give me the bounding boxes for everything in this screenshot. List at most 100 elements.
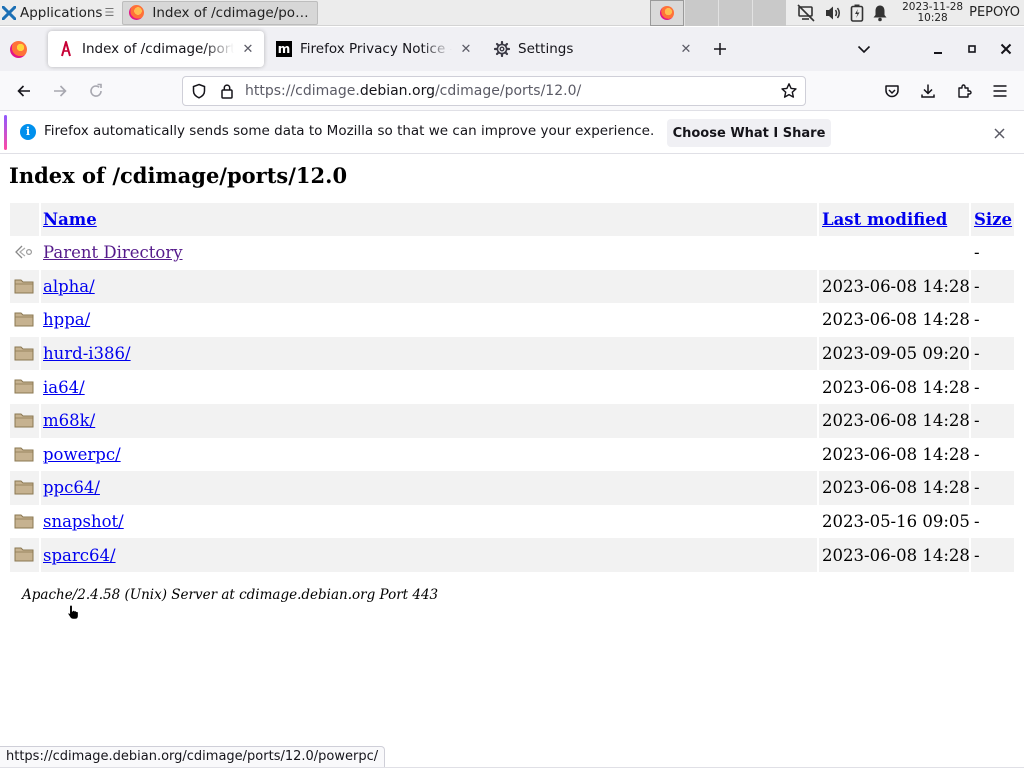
- back-button[interactable]: [8, 75, 40, 107]
- folder-icon: [14, 447, 34, 462]
- navigation-toolbar: https://cdimage.debian.org/cdimage/ports…: [0, 71, 1024, 111]
- size-cell: -: [974, 276, 980, 296]
- size-cell: -: [974, 478, 980, 498]
- new-tab-button[interactable]: [704, 33, 736, 65]
- applications-menu-button[interactable]: Applications ☰: [0, 0, 118, 26]
- choose-what-i-share-button[interactable]: Choose What I Share: [667, 119, 831, 147]
- page-content: Index of /cdimage/ports/12.0 Name Last m…: [0, 155, 1024, 745]
- forward-arrow-icon: [54, 85, 67, 97]
- reload-button[interactable]: [80, 75, 112, 107]
- last-modified-cell: 2023-06-08 14:28: [822, 411, 970, 431]
- tab-settings[interactable]: Settings ✕: [484, 31, 702, 67]
- table-row: hppa/ 2023-06-08 14:28 -: [10, 303, 1014, 337]
- folder-link-sparc64[interactable]: sparc64/: [43, 546, 116, 565]
- clock[interactable]: 2023-11-28 10:28: [896, 0, 969, 24]
- battery-icon[interactable]: [850, 4, 864, 22]
- volume-icon[interactable]: [824, 5, 842, 21]
- folder-link-m68k[interactable]: m68k/: [43, 411, 95, 430]
- clock-date: 2023-11-28: [902, 0, 964, 13]
- folder-icon: [14, 379, 34, 394]
- sort-by-size-link[interactable]: Size: [974, 210, 1012, 229]
- size-cell: -: [974, 444, 980, 464]
- back-folder-icon: [15, 245, 33, 259]
- network-disconnected-icon[interactable]: [796, 3, 816, 22]
- folder-link-powerpc[interactable]: powerpc/: [43, 445, 121, 464]
- folder-link-hppa[interactable]: hppa/: [43, 310, 90, 329]
- tracking-protection-shield-icon[interactable]: [185, 77, 213, 105]
- system-tray: [786, 3, 896, 22]
- size-cell: -: [974, 377, 980, 397]
- folder-icon: [14, 480, 34, 495]
- table-row: alpha/ 2023-06-08 14:28 -: [10, 269, 1014, 304]
- hamburger-menu-icon: [993, 85, 1007, 97]
- maximize-icon: [968, 45, 976, 53]
- close-icon[interactable]: ✕: [240, 41, 256, 57]
- folder-link-hurd-i386[interactable]: hurd-i386/: [43, 344, 131, 363]
- workspace-3[interactable]: [718, 0, 753, 26]
- plus-icon: [714, 43, 726, 55]
- folder-link-ia64[interactable]: ia64/: [43, 378, 85, 397]
- workspace-switcher: [650, 0, 787, 26]
- download-icon: [921, 84, 935, 98]
- workspace-1[interactable]: [650, 0, 685, 26]
- folder-icon: [14, 312, 34, 327]
- folder-link-snapshot[interactable]: snapshot/: [43, 512, 124, 531]
- tab-privacy-notice[interactable]: m Firefox Privacy Notice — ✕: [266, 31, 482, 67]
- tab-strip: Index of /cdimage/ports/ ✕ m Firefox Pri…: [0, 27, 1024, 71]
- minimize-window-button[interactable]: [926, 37, 950, 61]
- user-name[interactable]: PEPOYO: [969, 5, 1024, 20]
- tab-debian-index[interactable]: Index of /cdimage/ports/ ✕: [48, 31, 264, 67]
- url-host: debian.org: [359, 83, 435, 99]
- parent-directory-link[interactable]: Parent Directory: [43, 243, 183, 262]
- hand-pointer-cursor-icon: [67, 604, 79, 620]
- last-modified-cell: 2023-06-08 14:28: [822, 444, 970, 464]
- page-title: Index of /cdimage/ports/12.0: [9, 163, 348, 188]
- chevron-down-icon: [857, 45, 871, 54]
- forward-button[interactable]: [44, 75, 76, 107]
- size-cell: -: [974, 411, 980, 431]
- extensions-button[interactable]: [948, 75, 980, 107]
- firefox-view-button[interactable]: [0, 27, 36, 71]
- url-path: /cdimage/ports/12.0/: [434, 83, 582, 99]
- taskbar-window-firefox[interactable]: Index of /cdimage/ports...: [122, 0, 319, 25]
- notification-bell-icon[interactable]: [872, 4, 888, 22]
- tab-label: Settings: [518, 41, 574, 57]
- list-all-tabs-button[interactable]: [852, 33, 876, 65]
- sort-by-last-modified-link[interactable]: Last modified: [822, 210, 947, 229]
- applications-menu-icon: ☰: [104, 6, 115, 19]
- padlock-icon[interactable]: [213, 77, 241, 105]
- maximize-window-button[interactable]: [960, 37, 984, 61]
- close-notification-button[interactable]: [990, 124, 1008, 142]
- data-collection-notification-bar: i Firefox automatically sends some data …: [0, 111, 1024, 154]
- folder-icon: [14, 547, 34, 562]
- pocket-icon: [885, 85, 899, 98]
- pocket-button[interactable]: [876, 75, 908, 107]
- bookmark-star-icon[interactable]: [775, 77, 803, 105]
- table-row: sparc64/ 2023-06-08 14:28 -: [10, 538, 1014, 572]
- workspace-4[interactable]: [752, 0, 787, 26]
- url-bar[interactable]: https://cdimage.debian.org/cdimage/ports…: [182, 76, 806, 106]
- sort-by-name-link[interactable]: Name: [43, 210, 97, 229]
- info-icon: i: [20, 124, 36, 140]
- xfce-logo-icon: [2, 5, 16, 20]
- folder-link-alpha[interactable]: alpha/: [43, 277, 95, 296]
- tab-label: Index of /cdimage/ports/: [82, 41, 234, 57]
- close-icon[interactable]: ✕: [678, 41, 694, 57]
- minimize-icon: [934, 52, 942, 54]
- workspace-2[interactable]: [684, 0, 719, 26]
- folder-icon: [14, 346, 34, 361]
- url-text[interactable]: https://cdimage.debian.org/cdimage/ports…: [245, 83, 775, 99]
- close-window-button[interactable]: [994, 37, 1018, 61]
- firefox-icon: [660, 5, 675, 20]
- folder-link-ppc64[interactable]: ppc64/: [43, 478, 100, 497]
- downloads-button[interactable]: [912, 75, 944, 107]
- close-icon: [993, 127, 1005, 139]
- taskbar-window-label: Index of /cdimage/ports...: [152, 4, 312, 21]
- app-menu-button[interactable]: [984, 75, 1016, 107]
- folder-icon: [14, 279, 34, 294]
- applications-label: Applications: [20, 4, 103, 21]
- last-modified-cell: 2023-09-05 09:20: [822, 344, 970, 364]
- size-cell: -: [974, 243, 980, 263]
- close-icon[interactable]: ✕: [458, 41, 474, 57]
- os-taskbar: Applications ☰ Index of /cdimage/ports..…: [0, 0, 1024, 26]
